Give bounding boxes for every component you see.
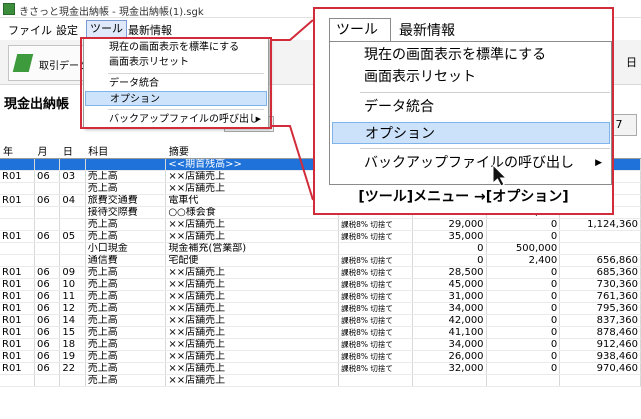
- zoom-item-reset-view: 画面表示リセット: [364, 69, 476, 85]
- chevron-right-icon: ▶: [595, 158, 602, 168]
- zoom-item-load-backup: バックアップファイルの呼び出し ▶: [332, 152, 610, 174]
- zoom-item-options: オプション: [332, 122, 610, 144]
- callout-caption: [ツール]メニュー →[オプション]: [358, 189, 569, 205]
- zoom-menu-latest: 最新情報: [399, 23, 455, 39]
- zoom-item-load-backup-label: バックアップファイルの呼び出し: [364, 155, 574, 171]
- zoom-menu-bar: ツール 最新情報: [315, 9, 612, 42]
- zoom-separator: [360, 92, 610, 93]
- zoom-menu-tools: ツール: [329, 18, 391, 42]
- zoom-separator: [360, 148, 610, 149]
- zoom-tools-menu: 現在の画面表示を標準にする 画面表示リセット データ統合 オプション バックアッ…: [329, 41, 612, 187]
- zoom-item-set-default-view: 現在の画面表示を標準にする: [364, 47, 547, 63]
- zoom-callout: ツール 最新情報 現在の画面表示を標準にする 画面表示リセット データ統合 オプ…: [313, 7, 614, 215]
- zoom-item-data-merge: データ統合: [364, 99, 434, 115]
